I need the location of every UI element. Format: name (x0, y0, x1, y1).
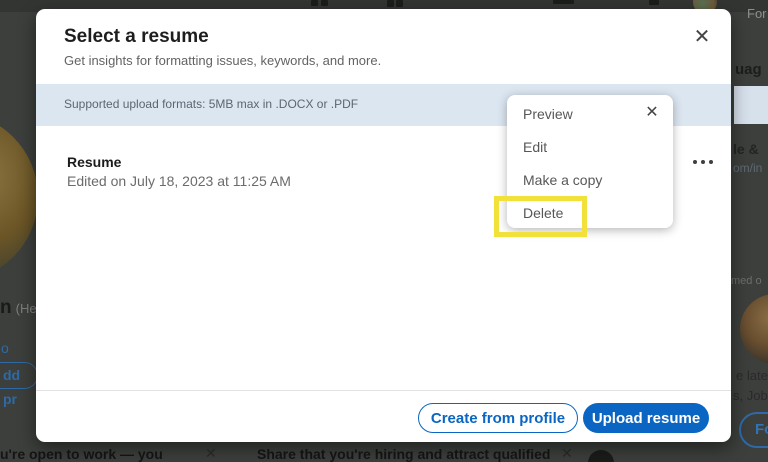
footer-divider (36, 390, 731, 391)
close-icon: ✕ (693, 26, 711, 48)
follow-button-fragment: Fo (739, 412, 768, 448)
menu-item-make-a-copy[interactable]: Make a copy (507, 164, 673, 197)
upload-resume-button[interactable]: Upload resume (583, 403, 709, 433)
delete-highlight-annotation (494, 196, 587, 237)
close-icon: ✕ (205, 445, 217, 461)
create-from-profile-button[interactable]: Create from profile (418, 403, 578, 433)
name-text: n (0, 297, 12, 318)
resume-edited-date: Edited on July 18, 2023 at 11:25 AM (67, 173, 291, 189)
for-business-label: For (747, 6, 767, 21)
dot-icon (709, 160, 713, 164)
overflow-menu-button[interactable] (693, 157, 719, 167)
open-to-work-card-text: u're open to work — you (0, 446, 163, 462)
ad-avatar (740, 294, 768, 364)
modal-subtitle: Get insights for formatting issues, keyw… (64, 53, 382, 68)
nav-icon-fragment (311, 0, 318, 6)
nav-icon-fragment (387, 0, 394, 7)
resume-name: Resume (67, 154, 122, 170)
dot-icon (701, 160, 705, 164)
right-rail-profile-url-fragment: le & (733, 141, 759, 157)
add-profile-button-fragment: dd pr (0, 362, 38, 407)
nav-icon-fragment (396, 0, 403, 7)
right-rail-highlight (734, 86, 768, 124)
close-icon: ✕ (561, 445, 573, 461)
nav-icon-fragment (553, 0, 574, 4)
right-rail-language-fragment: uag (735, 61, 762, 78)
nav-icon-fragment (321, 0, 328, 6)
nav-icon-fragment (649, 0, 659, 5)
menu-item-edit[interactable]: Edit (507, 131, 673, 164)
close-icon: ✕ (645, 104, 659, 121)
floating-button-fragment (588, 450, 614, 462)
modal-title: Select a resume (64, 26, 209, 47)
context-menu-close-button[interactable]: ✕ (641, 102, 663, 124)
right-rail-ad-text-fragment: e late (736, 368, 768, 383)
right-rail-ad-text-fragment: s, Job (733, 388, 768, 403)
profile-photo (0, 112, 38, 282)
profile-link-fragment: o (1, 340, 9, 356)
hiring-card-text: Share that you're hiring and attract qua… (257, 446, 551, 462)
right-rail-promoted-fragment: med o (731, 275, 762, 287)
dot-icon (693, 160, 697, 164)
right-rail-url-fragment: om/in (733, 161, 763, 175)
profile-name-fragment: n (He (0, 297, 37, 319)
modal-close-button[interactable]: ✕ (688, 23, 716, 51)
pronoun-text: (He (15, 301, 37, 316)
upload-format-text: Supported upload formats: 5MB max in .DO… (64, 97, 359, 111)
